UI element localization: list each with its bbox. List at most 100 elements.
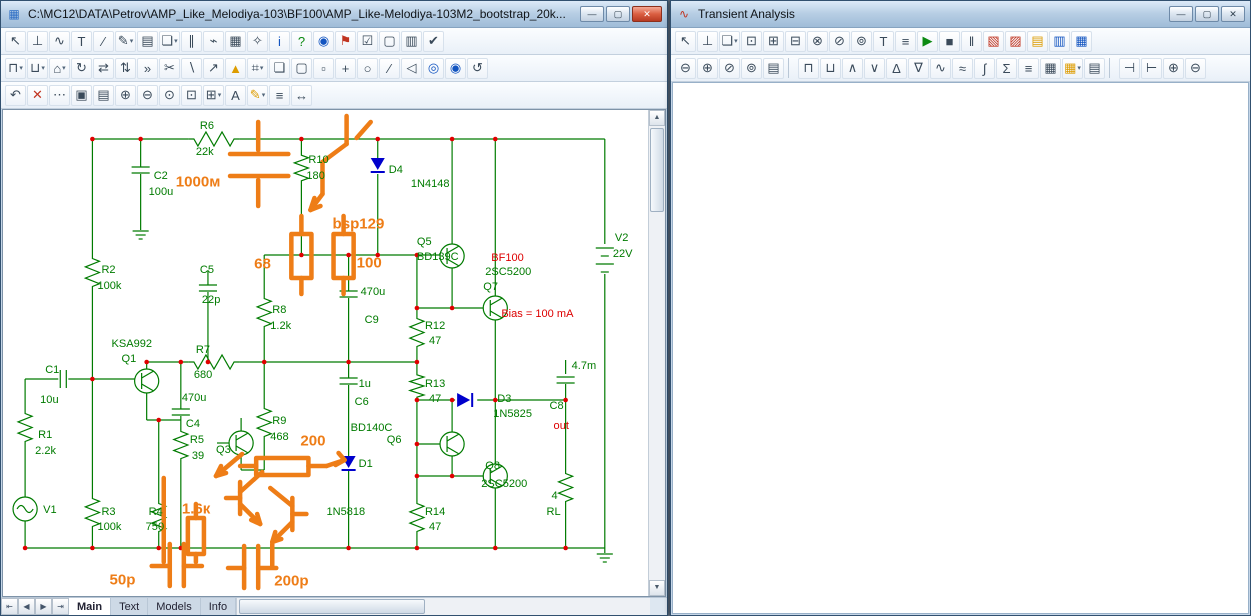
refresh-icon[interactable]: ↺ xyxy=(467,57,488,79)
zoom-out-2-icon[interactable]: ⊖ xyxy=(1185,57,1206,79)
flip-vertical-icon[interactable]: ⇅ xyxy=(115,57,136,79)
flag-icon[interactable]: ⚑ xyxy=(335,30,356,52)
schematic-canvas[interactable]: R6 22k C2 100u R10 180 D4 1N4148 Q5 BD139C 2SC5200… xyxy=(3,110,648,596)
tab-prev-button[interactable]: ◀ xyxy=(18,598,35,615)
wave-tri-up-icon[interactable]: ∧ xyxy=(842,57,863,79)
zoom-auto-icon[interactable]: ⊘ xyxy=(719,57,740,79)
schematic-label[interactable]: 2SC5200 xyxy=(481,478,527,490)
schematic-label[interactable]: D3 xyxy=(497,393,511,405)
clipboard-icon[interactable]: ❏ ▾ xyxy=(719,30,740,52)
schematic-label[interactable]: 1N4148 xyxy=(411,178,450,190)
schematic-label[interactable]: D4 xyxy=(389,164,403,176)
wave-integral-icon[interactable]: ∫ xyxy=(974,57,995,79)
ta-maximize-button[interactable]: ▢ xyxy=(1195,6,1219,22)
schematic-label[interactable]: 4.7m xyxy=(572,360,597,372)
wave-delta-icon[interactable]: Δ xyxy=(886,57,907,79)
close-button[interactable]: ✕ xyxy=(632,6,662,22)
schematic-label[interactable]: 47 xyxy=(429,521,441,533)
schematic-label[interactable]: C1 xyxy=(45,364,59,376)
open-sheet-icon[interactable]: ▢ xyxy=(291,57,312,79)
schematic-label[interactable]: Q3 xyxy=(216,444,231,456)
schematic-label[interactable]: R9 xyxy=(272,415,286,427)
run-icon[interactable]: ▶ xyxy=(917,30,938,52)
ground-icon[interactable]: ⊥ xyxy=(697,30,718,52)
region-select-icon[interactable]: ▫ xyxy=(313,57,334,79)
schematic-label[interactable]: 180 xyxy=(306,170,324,182)
ta-close-button[interactable]: ✕ xyxy=(1221,6,1245,22)
diagonal-icon[interactable]: ∕ xyxy=(379,57,400,79)
tab-next-button[interactable]: ▶ xyxy=(35,598,52,615)
schematic-label[interactable]: 470u xyxy=(361,286,386,298)
schematic-label[interactable]: R8 xyxy=(272,304,286,316)
numeric-doc-icon[interactable]: ▤ xyxy=(763,57,784,79)
undo-icon[interactable]: ↶ xyxy=(5,84,26,106)
ta-titlebar[interactable]: ∿ Transient Analysis — ▢ ✕ xyxy=(671,1,1250,28)
tag-x-icon[interactable]: ⊘ xyxy=(829,30,850,52)
horizontal-scroll-thumb[interactable] xyxy=(239,599,425,614)
find-next-icon[interactable]: ◉ xyxy=(445,57,466,79)
schematic-label[interactable]: Q8 xyxy=(485,460,500,472)
close-file-icon[interactable]: ✕ xyxy=(27,84,48,106)
text-size-icon[interactable]: A xyxy=(225,84,246,106)
camera-icon[interactable]: ⊡ xyxy=(181,84,202,106)
schematic-label[interactable]: RL xyxy=(547,506,561,518)
panels-icon[interactable]: ▥ xyxy=(1049,30,1070,52)
view-mode-icon[interactable]: ⊞ ▾ xyxy=(203,84,224,106)
schematic-label[interactable]: R4 xyxy=(149,506,163,518)
select-icon[interactable]: ↖ xyxy=(5,30,26,52)
wave-square-icon[interactable]: ⊓ xyxy=(798,57,819,79)
warning-icon[interactable]: ▲ xyxy=(225,57,246,79)
picture-file-icon[interactable]: ▤ xyxy=(137,30,158,52)
wave-sine-icon[interactable]: ∿ xyxy=(930,57,951,79)
schematic-label[interactable]: R2 xyxy=(101,264,115,276)
find-icon[interactable]: ◎ xyxy=(423,57,444,79)
schematic-label[interactable]: 50p xyxy=(109,571,135,588)
wave-steps-icon[interactable]: ≡ xyxy=(1018,57,1039,79)
tag-y-icon[interactable]: ⊚ xyxy=(851,30,872,52)
check-box-icon[interactable]: ☑ xyxy=(357,30,378,52)
dropdown-arrow-icon[interactable]: ▾ xyxy=(260,64,264,72)
schematic-label[interactable]: 39 xyxy=(192,450,204,462)
schematic-label[interactable]: BD140C xyxy=(351,422,393,434)
sheet-icon[interactable]: ▥ xyxy=(401,30,422,52)
tab-first-button[interactable]: ⇤ xyxy=(1,598,18,615)
tab-models[interactable]: Models xyxy=(148,598,201,615)
distribute-icon[interactable]: ↔ xyxy=(291,84,312,106)
schematic-label[interactable]: 2SC5200 xyxy=(485,266,531,278)
scale-y-icon[interactable]: ⊗ xyxy=(807,30,828,52)
dropdown-arrow-icon[interactable]: ▾ xyxy=(1077,64,1081,72)
trim-icon[interactable]: ∖ xyxy=(181,57,202,79)
tab-text[interactable]: Text xyxy=(111,598,149,615)
schematic-label[interactable]: 468 xyxy=(270,431,288,443)
clipboard-icon[interactable]: ❏ ▾ xyxy=(159,30,180,52)
schematic-label[interactable]: R10 xyxy=(308,154,328,166)
numeric-output-icon[interactable]: ▤ xyxy=(1027,30,1048,52)
schematic-label[interactable]: 4 xyxy=(552,490,558,502)
wave-sigma-icon[interactable]: Σ xyxy=(996,57,1017,79)
schematic-label[interactable]: R1 xyxy=(38,429,52,441)
list-icon[interactable]: ▤ xyxy=(1084,57,1105,79)
pause-icon[interactable]: ‖ xyxy=(961,30,982,52)
select-icon[interactable]: ↖ xyxy=(675,30,696,52)
columns-icon[interactable]: ▦ xyxy=(1071,30,1092,52)
schematic-label[interactable]: C9 xyxy=(365,314,379,326)
align-center-icon[interactable]: ≡ xyxy=(269,84,290,106)
mc-titlebar[interactable]: ▦ C:\MC12\DATA\Petrov\AMP_Like_Melodiya-… xyxy=(1,1,667,28)
horizontal-scrollbar[interactable] xyxy=(236,598,650,615)
zoom-out-icon[interactable]: ⊖ xyxy=(675,57,696,79)
schematic-label[interactable]: 1u xyxy=(359,378,371,390)
schematic-label[interactable]: 47 xyxy=(429,335,441,347)
schematic-label[interactable]: C8 xyxy=(550,400,564,412)
crosshair-icon[interactable]: + xyxy=(335,57,356,79)
waveform-grid-icon[interactable]: ⊞ xyxy=(763,30,784,52)
zoom-in-icon[interactable]: ⊕ xyxy=(115,84,136,106)
spell-check-icon[interactable]: ✔ xyxy=(423,30,444,52)
schematic-label[interactable]: BF100 xyxy=(491,252,524,264)
overlay-icon[interactable]: ▨ xyxy=(1005,30,1026,52)
wave-nabla-icon[interactable]: ∇ xyxy=(908,57,929,79)
schematic-label[interactable]: 1.2k xyxy=(270,320,291,332)
info-icon[interactable]: i xyxy=(269,30,290,52)
cursor-right-icon[interactable]: ⊢ xyxy=(1141,57,1162,79)
text-mode-icon[interactable]: T xyxy=(873,30,894,52)
schematic-label[interactable]: 10u xyxy=(40,394,58,406)
